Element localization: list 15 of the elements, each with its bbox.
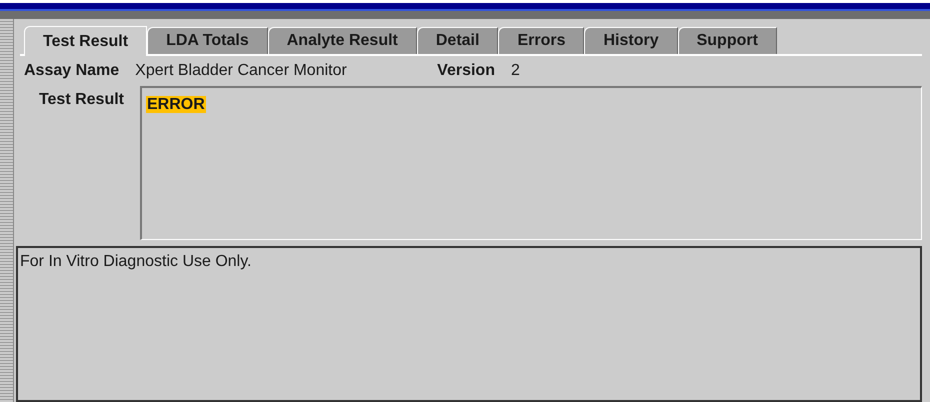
tab[interactable]: Support <box>678 27 777 54</box>
tab[interactable]: Detail <box>416 27 498 54</box>
disclaimer-text: For In Vitro Diagnostic Use Only. <box>20 253 252 270</box>
assay-name-value: Xpert Bladder Cancer Monitor <box>135 61 348 81</box>
tab[interactable]: History <box>584 27 678 54</box>
field-label: Assay Name <box>24 61 120 81</box>
tab[interactable]: Analyte Result <box>268 27 417 54</box>
version-value: 2 <box>510 61 520 81</box>
tab[interactable]: LDA Totals <box>147 27 268 54</box>
test-result-value: ERROR <box>146 96 206 113</box>
tab[interactable]: Errors <box>498 27 584 54</box>
tab[interactable]: Test Result <box>24 26 148 56</box>
field-label: Test Result <box>38 90 124 110</box>
splitter-handle[interactable] <box>0 19 14 402</box>
field-label: Version <box>437 61 495 81</box>
